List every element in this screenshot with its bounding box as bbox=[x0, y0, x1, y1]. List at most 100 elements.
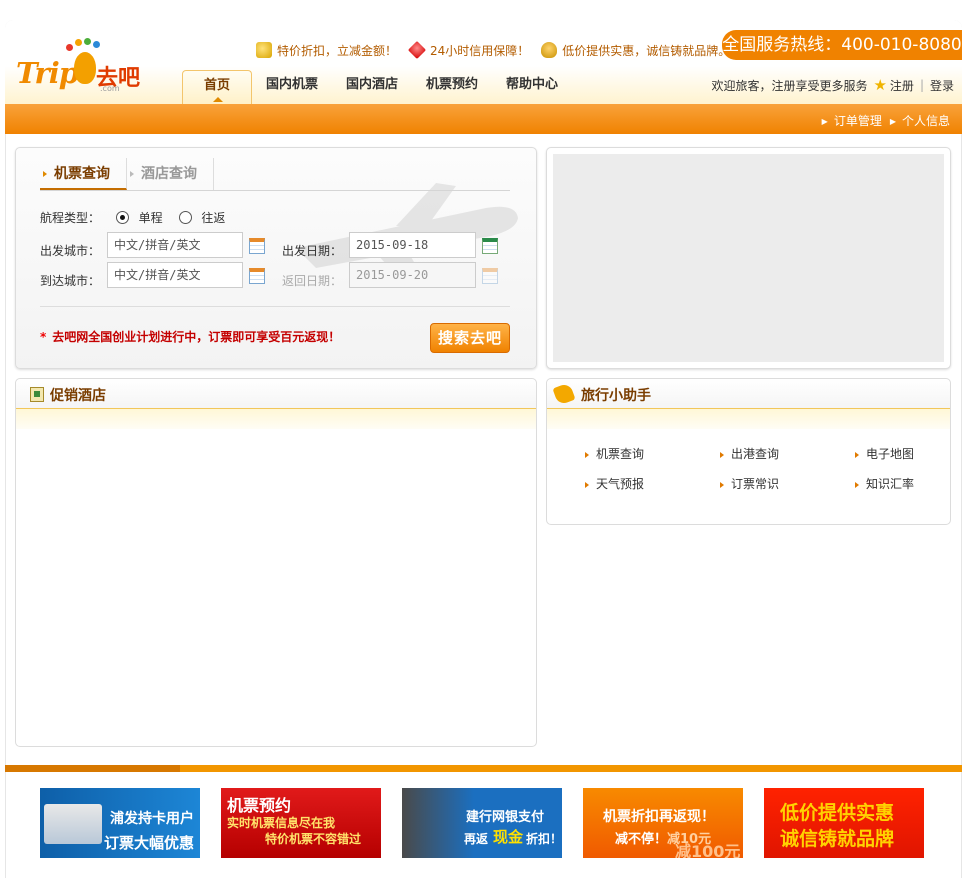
nav-domestic-flights[interactable]: 国内机票 bbox=[252, 70, 332, 104]
arrow-right-icon bbox=[585, 452, 592, 458]
panel-header: 旅行小助手 bbox=[547, 379, 950, 409]
helper-link-flight-query[interactable]: 机票查询 bbox=[585, 445, 644, 462]
panel-title: 旅行小助手 bbox=[581, 388, 651, 404]
radio-label: 往返 bbox=[201, 211, 226, 225]
nav-help-center[interactable]: 帮助中心 bbox=[492, 70, 572, 104]
helper-link-exchange-rate[interactable]: 知识汇率 bbox=[855, 475, 914, 492]
tab-arrow-icon bbox=[130, 171, 137, 177]
service-hotline: 全国服务热线：400-010-8080 bbox=[722, 30, 962, 60]
login-link[interactable]: 登录 bbox=[930, 77, 954, 94]
sub-nav: ▶ 订单管理 ▶ 个人信息 bbox=[814, 112, 950, 129]
subnav-personal-info[interactable]: ▶ 个人信息 bbox=[890, 112, 950, 129]
logo-text-sub: .com bbox=[100, 84, 120, 93]
ad-line: 机票预约 bbox=[227, 796, 292, 815]
user-bar: 欢迎旅客，注册享受更多服务 ★ 注册 | 登录 bbox=[711, 76, 954, 94]
welcome-text: 欢迎旅客，注册享受更多服务 bbox=[711, 78, 868, 93]
ad-banner-cashback[interactable]: 机票折扣再返现！ 减不停！ 减10元 减100元 bbox=[583, 788, 743, 858]
radio-dot bbox=[178, 211, 192, 224]
promo-discount: 特价折扣，立减金额！ bbox=[256, 42, 397, 59]
panel-subheader bbox=[547, 409, 950, 429]
trip-type-label: 航程类型： bbox=[40, 211, 101, 225]
promo-notice: * 去吧网全国创业计划进行中，订票即可享受百元返现！ bbox=[40, 328, 340, 345]
ad-line: 现金 bbox=[493, 828, 524, 846]
to-city-input[interactable]: 中文/拼音/英文 bbox=[107, 262, 243, 288]
depart-date-label: 出发日期： bbox=[282, 244, 343, 258]
flight-search-panel: 机票查询 酒店查询 航程类型： 单程 往返 出发城市： 中文/拼音/英文 出发日… bbox=[15, 147, 537, 369]
ad-line: 再返 bbox=[464, 832, 489, 846]
ad-line: 减不停！ bbox=[615, 832, 668, 847]
promo-guarantee: 24小时信用保障！ bbox=[407, 40, 530, 60]
promo-text: 24小时信用保障！ bbox=[430, 43, 530, 58]
asterisk: * bbox=[40, 330, 47, 344]
depart-date-input[interactable]: 2015-09-18 bbox=[349, 232, 476, 258]
search-tabs: 机票查询 酒店查询 bbox=[40, 158, 510, 191]
search-button[interactable]: 搜索去吧 bbox=[430, 323, 510, 353]
nav-home[interactable]: 首页 bbox=[182, 70, 252, 104]
star-icon: ★ bbox=[873, 76, 887, 94]
medal-icon bbox=[541, 42, 558, 58]
trip-type-row: 航程类型： 单程 往返 bbox=[40, 209, 225, 226]
arrow-right-icon: ▶ bbox=[889, 117, 896, 126]
ad-banner-brand[interactable]: 低价提供实惠 诚信铸就品牌 bbox=[764, 788, 924, 858]
travel-helper-panel: 旅行小助手 机票查询 出港查询 电子地图 天气预报 订票常识 知识汇率 bbox=[546, 378, 951, 525]
divider-accent bbox=[5, 765, 180, 772]
ad-banner-spdb[interactable]: 浦发持卡用户 订票大幅优惠 bbox=[40, 788, 200, 858]
ad-banner-ccb[interactable]: 建行网银支付 再返 现金 折扣！ bbox=[402, 788, 562, 858]
ad-banner-flight-booking[interactable]: 机票预约 实时机票信息尽在我 特价机票不容错过 bbox=[221, 788, 381, 858]
ad-line: 机票折扣再返现！ bbox=[603, 809, 715, 825]
helper-label: 电子地图 bbox=[866, 447, 915, 461]
notice-text: 去吧网全国创业计划进行中，订票即可享受百元返现！ bbox=[52, 330, 341, 344]
calendar-icon[interactable] bbox=[482, 268, 498, 284]
panel-title: 促销酒店 bbox=[50, 388, 106, 404]
footprint-icon bbox=[74, 52, 96, 84]
helper-label: 知识汇率 bbox=[866, 477, 915, 491]
from-city-label: 出发城市： bbox=[40, 244, 101, 258]
section-divider-bar bbox=[5, 765, 962, 772]
register-link[interactable]: 注册 bbox=[890, 77, 914, 94]
ad-line: 订票大幅优惠 bbox=[104, 834, 195, 852]
helper-link-departures[interactable]: 出港查询 bbox=[720, 445, 779, 462]
nav-flight-booking[interactable]: 机票预约 bbox=[412, 70, 492, 104]
city-picker-icon[interactable] bbox=[249, 238, 265, 254]
sub-nav-bar: ▶ 订单管理 ▶ 个人信息 bbox=[5, 104, 962, 134]
promo-strip: 特价折扣，立减金额！ 24小时信用保障！ 低价提供实惠，诚信铸就品牌。 bbox=[256, 40, 742, 60]
radio-one-way[interactable]: 单程 bbox=[115, 211, 167, 225]
ad-line: 浦发持卡用户 bbox=[110, 811, 194, 827]
ad-line: 特价机票不容错过 bbox=[265, 832, 362, 846]
helper-label: 天气预报 bbox=[596, 477, 645, 491]
arrow-right-icon bbox=[855, 452, 862, 458]
tab-label: 酒店查询 bbox=[141, 166, 197, 182]
city-picker-icon[interactable] bbox=[249, 268, 265, 284]
tab-label: 机票查询 bbox=[54, 166, 110, 182]
nav-domestic-hotels[interactable]: 国内酒店 bbox=[332, 70, 412, 104]
ad-line: 折扣！ bbox=[526, 832, 562, 846]
return-date-input[interactable]: 2015-09-20 bbox=[349, 262, 476, 288]
subnav-label: 订单管理 bbox=[833, 114, 882, 128]
helper-link-weather[interactable]: 天气预报 bbox=[585, 475, 644, 492]
helper-label: 出港查询 bbox=[731, 447, 780, 461]
helper-label: 订票常识 bbox=[731, 477, 780, 491]
helper-link-map[interactable]: 电子地图 bbox=[855, 445, 914, 462]
subnav-order-management[interactable]: ▶ 订单管理 bbox=[822, 112, 882, 129]
ad-banners: 浦发持卡用户 订票大幅优惠 机票预约 实时机票信息尽在我 特价机票不容错过 建行… bbox=[40, 788, 930, 860]
panel-subheader bbox=[16, 409, 536, 429]
hotel-icon bbox=[30, 387, 44, 402]
radio-dot bbox=[115, 211, 129, 224]
arrow-right-icon bbox=[720, 482, 727, 488]
promo-hotels-panel: 促销酒店 bbox=[15, 378, 537, 747]
logo-text-en: Trip bbox=[16, 56, 79, 90]
panel-header: 促销酒店 bbox=[16, 379, 536, 409]
tab-flight-search[interactable]: 机票查询 bbox=[40, 158, 127, 190]
helper-link-booking-tips[interactable]: 订票常识 bbox=[720, 475, 779, 492]
promo-text: 特价折扣，立减金额！ bbox=[277, 43, 398, 58]
banner-placeholder bbox=[553, 154, 944, 362]
calendar-icon[interactable] bbox=[482, 238, 498, 254]
tab-hotel-search[interactable]: 酒店查询 bbox=[127, 158, 214, 190]
coins-icon bbox=[256, 42, 272, 58]
subnav-label: 个人信息 bbox=[901, 114, 950, 128]
from-city-input[interactable]: 中文/拼音/英文 bbox=[107, 232, 243, 258]
radio-round-trip[interactable]: 往返 bbox=[178, 211, 226, 225]
site-logo[interactable]: Trip 去吧 .com bbox=[16, 38, 148, 94]
separator: | bbox=[919, 78, 924, 92]
to-city-label: 到达城市： bbox=[40, 274, 101, 288]
